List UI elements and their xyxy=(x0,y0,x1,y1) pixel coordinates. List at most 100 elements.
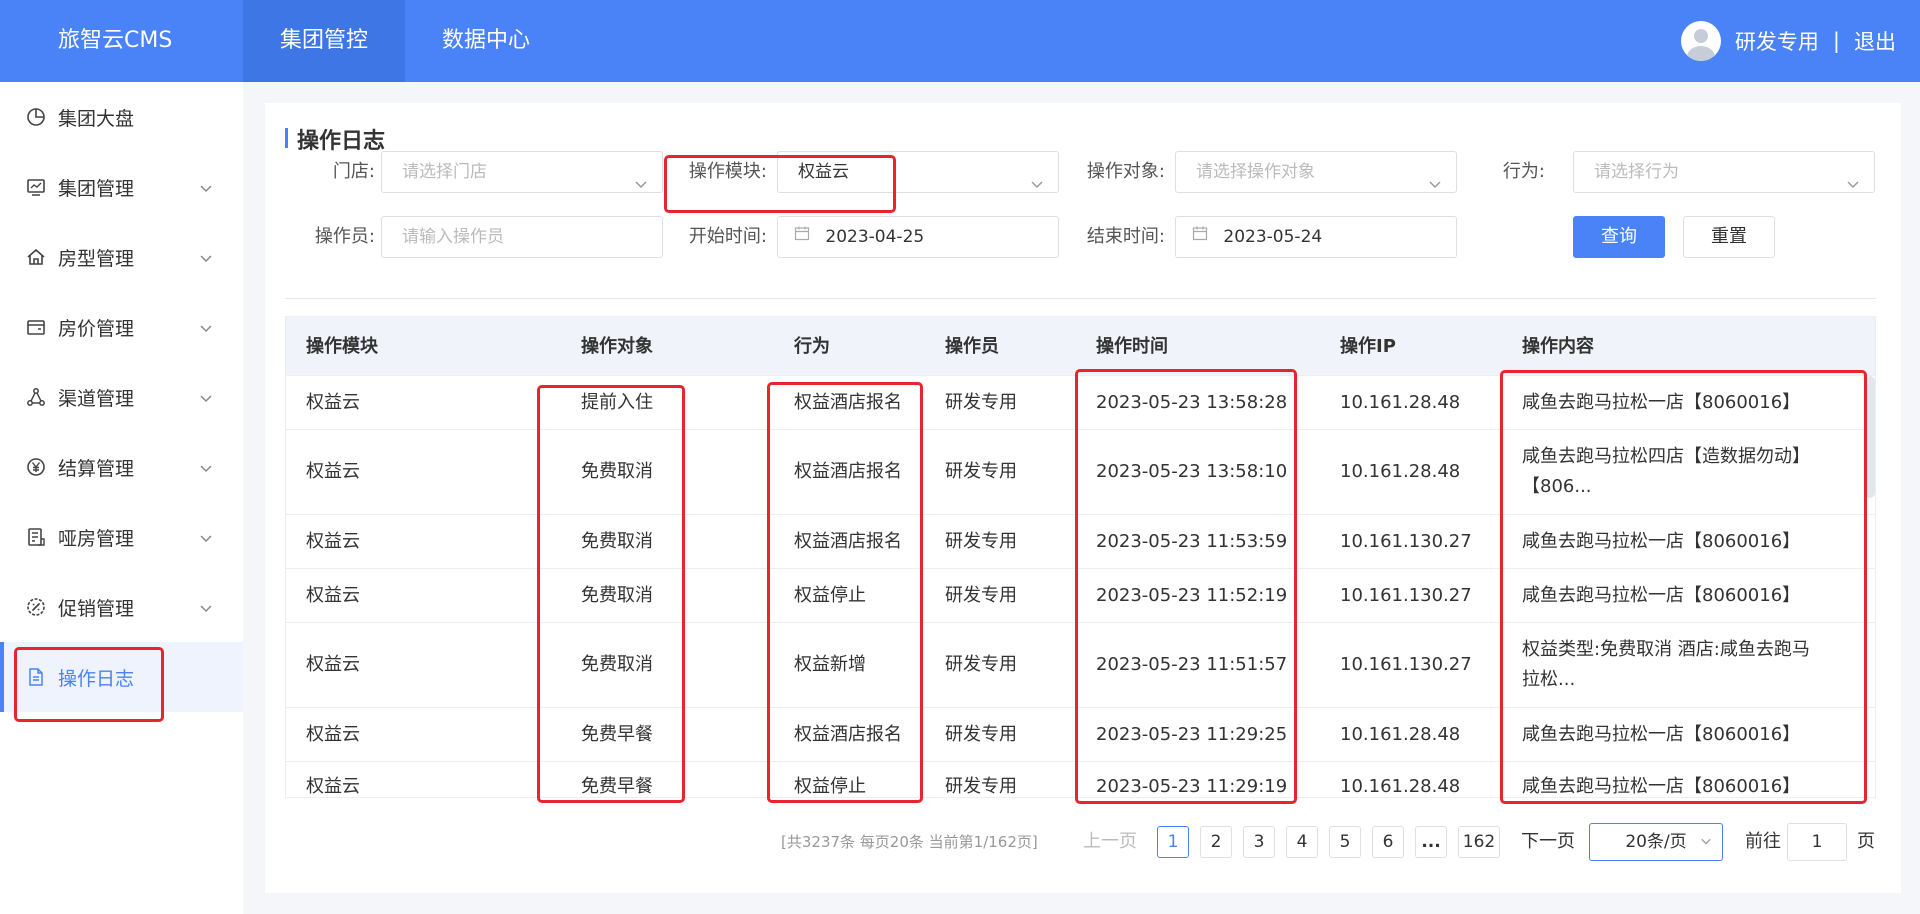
cell-ip: 10.161.130.27 xyxy=(1340,654,1472,675)
sidebar-item-operation-log[interactable]: 操作日志 xyxy=(0,642,243,712)
column-header-operator[interactable]: 操作员 xyxy=(945,317,999,376)
page-button-6[interactable]: 6 xyxy=(1372,826,1404,858)
sidebar-item-group-management[interactable]: 集团管理 xyxy=(0,152,243,222)
filter-divider xyxy=(285,298,1876,299)
brand-logo[interactable]: 旅智云CMS xyxy=(58,0,172,82)
table-row[interactable]: 权益云 免费取消 权益酒店报名 研发专用 2023-05-23 11:53:59… xyxy=(286,515,1875,569)
table-header: 操作模块 操作对象 行为 操作员 操作时间 操作IP 操作内容 xyxy=(286,317,1875,376)
store-placeholder: 请选择门店 xyxy=(402,162,487,182)
column-header-time[interactable]: 操作时间 xyxy=(1096,317,1168,376)
prev-page-button[interactable]: 上一页 xyxy=(1083,826,1137,858)
page-button-2[interactable]: 2 xyxy=(1200,826,1232,858)
start-time-label: 开始时间: xyxy=(688,226,767,247)
table-row[interactable]: 权益云 免费取消 权益酒店报名 研发专用 2023-05-23 13:58:10… xyxy=(286,430,1875,515)
tag-icon xyxy=(26,597,46,617)
cell-target: 免费取消 xyxy=(581,654,653,675)
table-row[interactable]: 权益云 免费取消 权益新增 研发专用 2023-05-23 11:51:57 1… xyxy=(286,623,1875,708)
header-separator: | xyxy=(1832,29,1840,53)
cell-ip: 10.161.130.27 xyxy=(1340,531,1472,552)
cell-operator: 研发专用 xyxy=(945,461,1017,482)
column-header-content[interactable]: 操作内容 xyxy=(1522,317,1594,376)
cell-time: 2023-05-23 13:58:28 xyxy=(1096,392,1288,413)
table-scrollbar[interactable] xyxy=(1865,376,1875,498)
user-name[interactable]: 研发专用 xyxy=(1735,26,1819,56)
next-page-button[interactable]: 下一页 xyxy=(1521,826,1575,858)
cell-target: 免费取消 xyxy=(581,585,653,606)
query-button[interactable]: 查询 xyxy=(1573,216,1665,258)
cell-ip: 10.161.28.48 xyxy=(1340,392,1461,413)
sidebar-item-label: 操作日志 xyxy=(58,667,135,690)
cell-content: 咸鱼去跑马拉松四店【造数据勿动】 xyxy=(1522,446,1810,467)
cell-module: 权益云 xyxy=(306,461,360,482)
action-placeholder: 请选择行为 xyxy=(1594,162,1679,182)
main-panel: 操作日志 门店: 请选择门店 操作模块: 权益云 操作对象: 请选择操作对象 行… xyxy=(265,103,1901,893)
target-select[interactable]: 请选择操作对象 xyxy=(1175,151,1457,193)
page-button-1[interactable]: 1 xyxy=(1157,826,1189,858)
page-button-5[interactable]: 5 xyxy=(1329,826,1361,858)
sidebar-item-channel[interactable]: 渠道管理 xyxy=(0,362,243,432)
end-date-picker[interactable]: 2023-05-24 xyxy=(1175,216,1457,258)
topnav-item-group-control[interactable]: 集团管控 xyxy=(243,0,406,82)
sidebar-item-group-dashboard[interactable]: 集团大盘 xyxy=(0,82,243,152)
page-button-last[interactable]: 162 xyxy=(1458,826,1500,858)
cell-content: 咸鱼去跑马拉松一店【8060016】 xyxy=(1522,392,1801,413)
module-label: 操作模块: xyxy=(688,161,767,182)
avatar[interactable] xyxy=(1680,21,1721,61)
chevron-down-icon xyxy=(199,388,213,410)
cell-content: 咸鱼去跑马拉松一店【8060016】 xyxy=(1522,531,1801,552)
user-box: 研发专用 | 退出 xyxy=(1680,0,1896,82)
sidebar-item-dummy-room[interactable]: 哑房管理 xyxy=(0,502,243,572)
chevron-down-icon xyxy=(199,528,213,550)
sidebar-item-label: 房型管理 xyxy=(58,247,135,270)
table-row[interactable]: 权益云 免费早餐 权益酒店报名 研发专用 2023-05-23 11:29:25… xyxy=(286,708,1875,762)
goto-page-input[interactable]: 1 xyxy=(1787,823,1847,861)
cell-content: 咸鱼去跑马拉松一店【8060016】 xyxy=(1522,776,1801,797)
sidebar-item-room-price[interactable]: 房价管理 xyxy=(0,292,243,362)
table-row[interactable]: 权益云 免费早餐 权益停止 研发专用 2023-05-23 11:29:19 1… xyxy=(286,762,1875,797)
store-select[interactable]: 请选择门店 xyxy=(381,151,663,193)
column-header-target[interactable]: 操作对象 xyxy=(581,317,653,376)
sidebar-item-label: 渠道管理 xyxy=(58,387,135,410)
cell-target: 免费取消 xyxy=(581,531,653,552)
module-select[interactable]: 权益云 xyxy=(777,151,1059,193)
start-date-picker[interactable]: 2023-04-25 xyxy=(777,216,1059,258)
table-row[interactable]: 权益云 免费取消 权益停止 研发专用 2023-05-23 11:52:19 1… xyxy=(286,569,1875,623)
cell-action: 权益酒店报名 xyxy=(794,531,902,552)
topnav-item-data-center[interactable]: 数据中心 xyxy=(405,0,567,82)
chevron-down-icon xyxy=(199,318,213,340)
logout-button[interactable]: 退出 xyxy=(1854,26,1896,56)
reset-button[interactable]: 重置 xyxy=(1683,216,1775,258)
column-header-module[interactable]: 操作模块 xyxy=(306,317,378,376)
page-button-4[interactable]: 4 xyxy=(1286,826,1318,858)
page-unit-label: 页 xyxy=(1857,831,1875,852)
chevron-down-icon xyxy=(1846,166,1860,206)
page-ellipsis[interactable]: ... xyxy=(1415,826,1447,858)
operator-placeholder: 请输入操作员 xyxy=(402,227,504,247)
cell-action: 权益酒店报名 xyxy=(794,392,902,413)
cell-operator: 研发专用 xyxy=(945,585,1017,606)
chevron-down-icon xyxy=(1428,166,1442,206)
page-size-select[interactable]: 20条/页 xyxy=(1589,823,1723,861)
page-button-3[interactable]: 3 xyxy=(1243,826,1275,858)
column-header-action[interactable]: 行为 xyxy=(794,317,830,376)
table-row[interactable]: 权益云 提前入住 权益酒店报名 研发专用 2023-05-23 13:58:28… xyxy=(286,376,1875,430)
operator-input[interactable]: 请输入操作员 xyxy=(381,216,663,258)
cell-action: 权益停止 xyxy=(794,776,866,797)
cell-ip: 10.161.28.48 xyxy=(1340,724,1461,745)
action-select[interactable]: 请选择行为 xyxy=(1573,151,1875,193)
chevron-down-icon xyxy=(1700,824,1712,860)
cell-action: 权益新增 xyxy=(794,654,866,675)
cell-ip: 10.161.28.48 xyxy=(1340,461,1461,482)
sidebar-item-promotion[interactable]: 促销管理 xyxy=(0,572,243,642)
sidebar-item-room-type[interactable]: 房型管理 xyxy=(0,222,243,292)
cell-target: 免费早餐 xyxy=(581,724,653,745)
cell-operator: 研发专用 xyxy=(945,776,1017,797)
pagination-summary: [共3237条 每页20条 当前第1/162页] xyxy=(781,833,1038,851)
cell-action: 权益酒店报名 xyxy=(794,461,902,482)
document-icon xyxy=(26,667,46,687)
column-header-ip[interactable]: 操作IP xyxy=(1340,317,1396,376)
sidebar-item-settlement[interactable]: 结算管理 xyxy=(0,432,243,502)
sidebar-item-label: 哑房管理 xyxy=(58,527,135,550)
list-icon xyxy=(26,527,46,547)
store-label: 门店: xyxy=(332,161,375,182)
